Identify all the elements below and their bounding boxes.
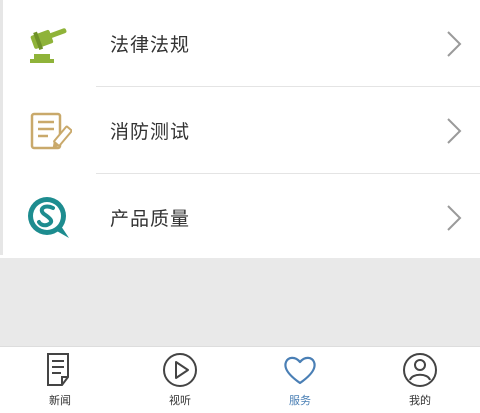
tab-label: 新闻 (49, 394, 71, 407)
chevron-right-icon (447, 30, 462, 57)
gavel-icon (22, 17, 76, 71)
tab-service[interactable]: 服务 (240, 347, 360, 413)
empty-gray-area (0, 258, 480, 346)
tab-video[interactable]: 视听 (120, 347, 240, 413)
profile-icon (403, 353, 437, 387)
tab-news[interactable]: 新闻 (0, 347, 120, 413)
list-item-label: 产品质量 (110, 208, 191, 230)
tab-label: 服务 (289, 394, 311, 407)
test-form-icon (22, 104, 76, 158)
bottom-tab-bar: 新闻 视听 服务 我的 (0, 346, 480, 413)
chevron-right-icon (447, 204, 462, 231)
quality-s-icon (22, 191, 76, 245)
service-list: 法律法规 消防测试 产品质量 (0, 0, 480, 261)
tab-label: 视听 (169, 394, 191, 407)
list-item-label: 法律法规 (110, 34, 191, 56)
list-item-laws[interactable]: 法律法规 (0, 0, 480, 87)
list-item-label: 消防测试 (110, 121, 191, 143)
tab-label: 我的 (409, 394, 431, 407)
list-item-product-quality[interactable]: 产品质量 (0, 174, 480, 261)
tab-profile[interactable]: 我的 (360, 347, 480, 413)
chevron-right-icon (447, 117, 462, 144)
news-icon (47, 353, 69, 386)
list-item-fire-test[interactable]: 消防测试 (0, 87, 480, 174)
heart-icon (284, 356, 316, 385)
play-icon (163, 353, 197, 387)
